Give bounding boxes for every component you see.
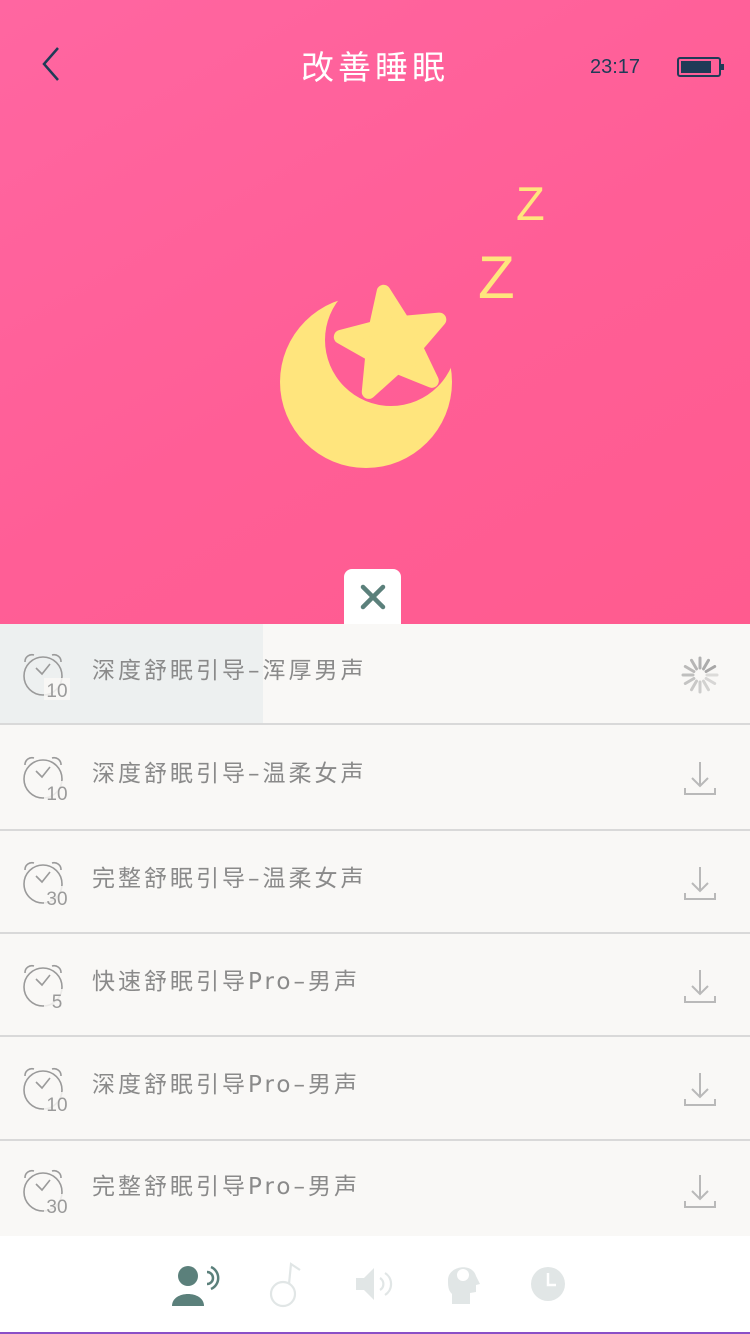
- close-icon: [360, 584, 385, 610]
- timer-clock-icon: 10: [20, 753, 70, 805]
- timer-minutes: 5: [52, 992, 63, 1011]
- voice-guide-icon[interactable]: [166, 1256, 222, 1312]
- guide-title: 完整舒眠引导–温柔女声: [92, 865, 367, 892]
- guide-list-item[interactable]: 10 深度舒眠引导–浑厚男声: [0, 624, 750, 725]
- timer-minutes: 10: [46, 1095, 67, 1114]
- speaker-icon[interactable]: [346, 1256, 402, 1312]
- status-time: 23:17: [590, 56, 641, 78]
- timer-minutes: 30: [46, 1197, 67, 1216]
- timer-clock-icon: 10: [20, 1064, 70, 1116]
- timer-clock-icon: 30: [20, 858, 70, 910]
- download-icon[interactable]: [680, 758, 720, 798]
- bottom-tab-bar: [0, 1236, 750, 1332]
- guide-list-item[interactable]: 5 快速舒眠引导Pro–男声: [0, 934, 750, 1037]
- guide-list-item[interactable]: 30 完整舒眠引导Pro–男声: [0, 1141, 750, 1241]
- sleep-moon-illustration: Z Z: [280, 177, 545, 468]
- loading-spinner-icon: [680, 655, 720, 695]
- download-icon[interactable]: [680, 1069, 720, 1109]
- sleep-z-large: Z: [478, 244, 515, 311]
- timer-minutes: 30: [46, 889, 67, 908]
- head-icon[interactable]: [434, 1256, 490, 1312]
- download-icon[interactable]: [680, 1171, 720, 1211]
- guide-title: 快速舒眠引导Pro–男声: [92, 968, 360, 995]
- guide-list-item[interactable]: 10 深度舒眠引导–温柔女声: [0, 725, 750, 831]
- sleep-z-small: Z: [516, 177, 545, 230]
- hero-panel: 改善睡眠 23:17 Z Z: [0, 0, 750, 625]
- timer-minutes: 10: [46, 784, 67, 803]
- timer-clock-icon: 30: [20, 1166, 70, 1218]
- timer-minutes: 10: [46, 681, 67, 700]
- guide-title: 深度舒眠引导–浑厚男声: [92, 657, 367, 684]
- guide-title: 深度舒眠引导–温柔女声: [92, 761, 367, 787]
- battery-icon: [677, 57, 724, 77]
- download-icon[interactable]: [680, 863, 720, 903]
- guide-list: 10 深度舒眠引导–浑厚男声 10 深度舒眠引导–温柔女声 30 完整舒眠引导–…: [0, 624, 750, 1241]
- timer-clock-icon: 10: [20, 650, 70, 702]
- music-note-icon[interactable]: [258, 1256, 314, 1312]
- timer-clock-icon: 5: [20, 961, 70, 1013]
- guide-list-item[interactable]: 30 完整舒眠引导–温柔女声: [0, 831, 750, 934]
- guide-title: 完整舒眠引导Pro–男声: [92, 1174, 360, 1200]
- guide-title: 深度舒眠引导Pro–男声: [92, 1072, 360, 1098]
- download-icon[interactable]: [680, 966, 720, 1006]
- close-button[interactable]: [344, 569, 401, 625]
- clock-icon[interactable]: [520, 1256, 576, 1312]
- guide-list-item[interactable]: 10 深度舒眠引导Pro–男声: [0, 1037, 750, 1141]
